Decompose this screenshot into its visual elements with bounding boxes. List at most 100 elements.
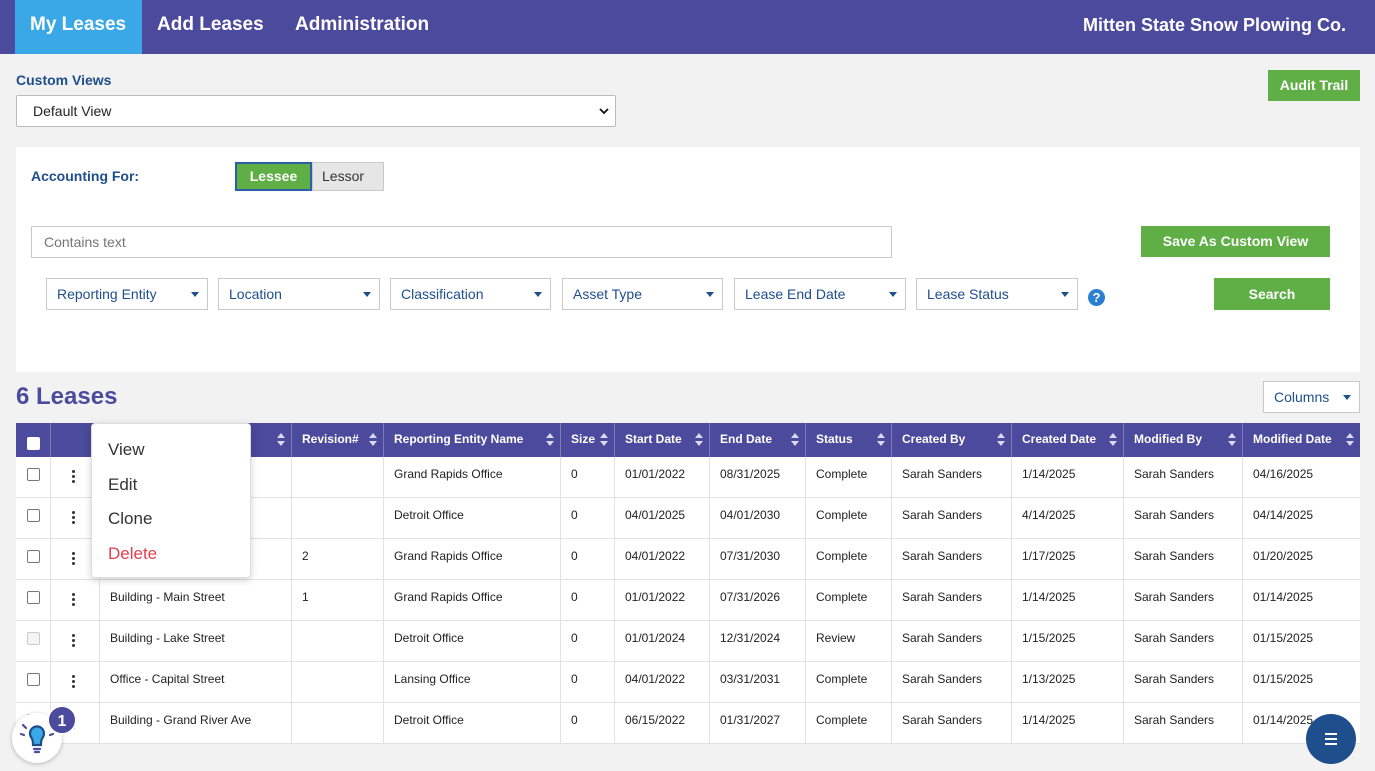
search-button[interactable]: Search (1214, 278, 1330, 310)
row-select-cell (16, 580, 51, 621)
cell-size: 0 (561, 539, 615, 580)
save-custom-view-button[interactable]: Save As Custom View (1141, 226, 1330, 257)
col-header-reporting-entity[interactable]: Reporting Entity Name (384, 423, 561, 457)
cell-revision (292, 498, 384, 539)
sort-icon[interactable] (1346, 433, 1354, 447)
row-checkbox[interactable] (27, 591, 40, 604)
select-all-cell (16, 423, 51, 457)
cell-created-date: 1/14/2025 (1012, 457, 1124, 498)
cell-revision: 1 (292, 580, 384, 621)
filter-lease-status[interactable]: Lease Status (916, 278, 1078, 310)
lessee-toggle[interactable]: Lessee (235, 162, 312, 191)
cell-start-date: 01/01/2024 (615, 621, 710, 662)
sort-icon[interactable] (600, 433, 608, 447)
sort-icon[interactable] (877, 433, 885, 447)
menu-view[interactable]: View (108, 440, 145, 460)
custom-views-select[interactable]: Default View (16, 95, 616, 127)
select-all-checkbox[interactable] (27, 437, 40, 450)
menu-edit[interactable]: Edit (108, 475, 137, 495)
menu-delete[interactable]: Delete (108, 544, 157, 564)
cell-revision: 2 (292, 539, 384, 580)
filter-reporting-entity[interactable]: Reporting Entity (46, 278, 208, 310)
columns-label: Columns (1274, 389, 1330, 405)
audit-trail-button[interactable]: Audit Trail (1268, 70, 1360, 101)
more-vertical-icon[interactable] (72, 470, 76, 486)
cell-modified-by: Sarah Sanders (1124, 662, 1243, 703)
tab-administration[interactable]: Administration (295, 0, 429, 54)
more-vertical-icon[interactable] (72, 634, 76, 650)
sort-icon[interactable] (277, 433, 285, 447)
sort-icon[interactable] (1109, 433, 1117, 447)
notification-badge: 1 (47, 705, 77, 735)
tab-my-leases[interactable]: My Leases (15, 0, 142, 54)
cell-reporting-entity: Lansing Office (384, 662, 561, 703)
sort-icon[interactable] (791, 433, 799, 447)
filter-label: Reporting Entity (57, 286, 157, 302)
tab-add-leases[interactable]: Add Leases (157, 0, 264, 54)
more-vertical-icon[interactable] (72, 675, 76, 691)
cell-revision (292, 703, 384, 744)
row-select-cell (16, 498, 51, 539)
cell-end-date: 07/31/2026 (710, 580, 806, 621)
top-nav: My Leases Add Leases Administration Mitt… (0, 0, 1375, 54)
menu-clone[interactable]: Clone (108, 509, 152, 529)
cell-end-date: 04/01/2030 (710, 498, 806, 539)
col-header-status[interactable]: Status (806, 423, 892, 457)
row-checkbox[interactable] (27, 468, 40, 481)
sort-icon[interactable] (695, 433, 703, 447)
cell-created-date: 1/15/2025 (1012, 621, 1124, 662)
col-header-modified-by[interactable]: Modified By (1124, 423, 1243, 457)
col-header-end-date[interactable]: End Date (710, 423, 806, 457)
cell-size: 0 (561, 580, 615, 621)
cell-status: Complete (806, 580, 892, 621)
row-checkbox[interactable] (27, 550, 40, 563)
filter-location[interactable]: Location (218, 278, 380, 310)
columns-button[interactable]: Columns (1263, 381, 1360, 413)
filter-panel (16, 147, 1360, 372)
cell-end-date: 01/31/2027 (710, 703, 806, 744)
cell-modified-date: 01/15/2025 (1253, 631, 1314, 645)
filter-asset-type[interactable]: Asset Type (562, 278, 723, 310)
filter-lease-end-date[interactable]: Lease End Date (734, 278, 906, 310)
help-icon[interactable]: ? (1088, 289, 1105, 306)
lessor-toggle[interactable]: Lessor (312, 162, 384, 191)
cell-size: 0 (561, 498, 615, 539)
cell-name: Building - Main Street (100, 580, 292, 621)
sort-icon[interactable] (369, 433, 377, 447)
cell-created-date: 1/17/2025 (1012, 539, 1124, 580)
sort-icon[interactable] (1228, 433, 1236, 447)
more-vertical-icon[interactable] (72, 552, 76, 568)
custom-views-label: Custom Views (16, 72, 112, 88)
filter-classification[interactable]: Classification (390, 278, 551, 310)
cell-status: Complete (806, 457, 892, 498)
cell-created-by: Sarah Sanders (892, 621, 1012, 662)
col-header-created-date[interactable]: Created Date (1012, 423, 1124, 457)
leases-count-title: 6 Leases (16, 383, 118, 410)
row-checkbox[interactable] (27, 673, 40, 686)
col-header-modified-date[interactable]: Modified Date (1243, 423, 1360, 457)
search-input[interactable] (31, 226, 892, 258)
menu-fab-button[interactable] (1306, 714, 1356, 764)
cell-status: Complete (806, 539, 892, 580)
row-actions-cell (51, 621, 100, 662)
cell-modified-date: 04/16/2025 (1253, 467, 1314, 481)
cell-end-date: 07/31/2030 (710, 539, 806, 580)
col-header-start-date[interactable]: Start Date (615, 423, 710, 457)
more-vertical-icon[interactable] (72, 593, 76, 609)
accounting-for-label: Accounting For: (31, 168, 140, 184)
col-header-revision[interactable]: Revision# (292, 423, 384, 457)
sort-icon[interactable] (997, 433, 1005, 447)
more-vertical-icon[interactable] (72, 511, 76, 527)
col-header-size[interactable]: Size (561, 423, 615, 457)
row-checkbox[interactable] (27, 632, 40, 645)
chevron-down-icon (599, 108, 609, 115)
cell-start-date: 06/15/2022 (615, 703, 710, 744)
sort-icon[interactable] (546, 433, 554, 447)
cell-created-date: 1/14/2025 (1012, 580, 1124, 621)
cell-reporting-entity: Grand Rapids Office (384, 457, 561, 498)
col-header-created-by[interactable]: Created By (892, 423, 1012, 457)
row-checkbox[interactable] (27, 509, 40, 522)
cell-created-date: 1/14/2025 (1012, 703, 1124, 744)
cell-name: Office - Capital Street (100, 662, 292, 703)
cell-size: 0 (561, 621, 615, 662)
